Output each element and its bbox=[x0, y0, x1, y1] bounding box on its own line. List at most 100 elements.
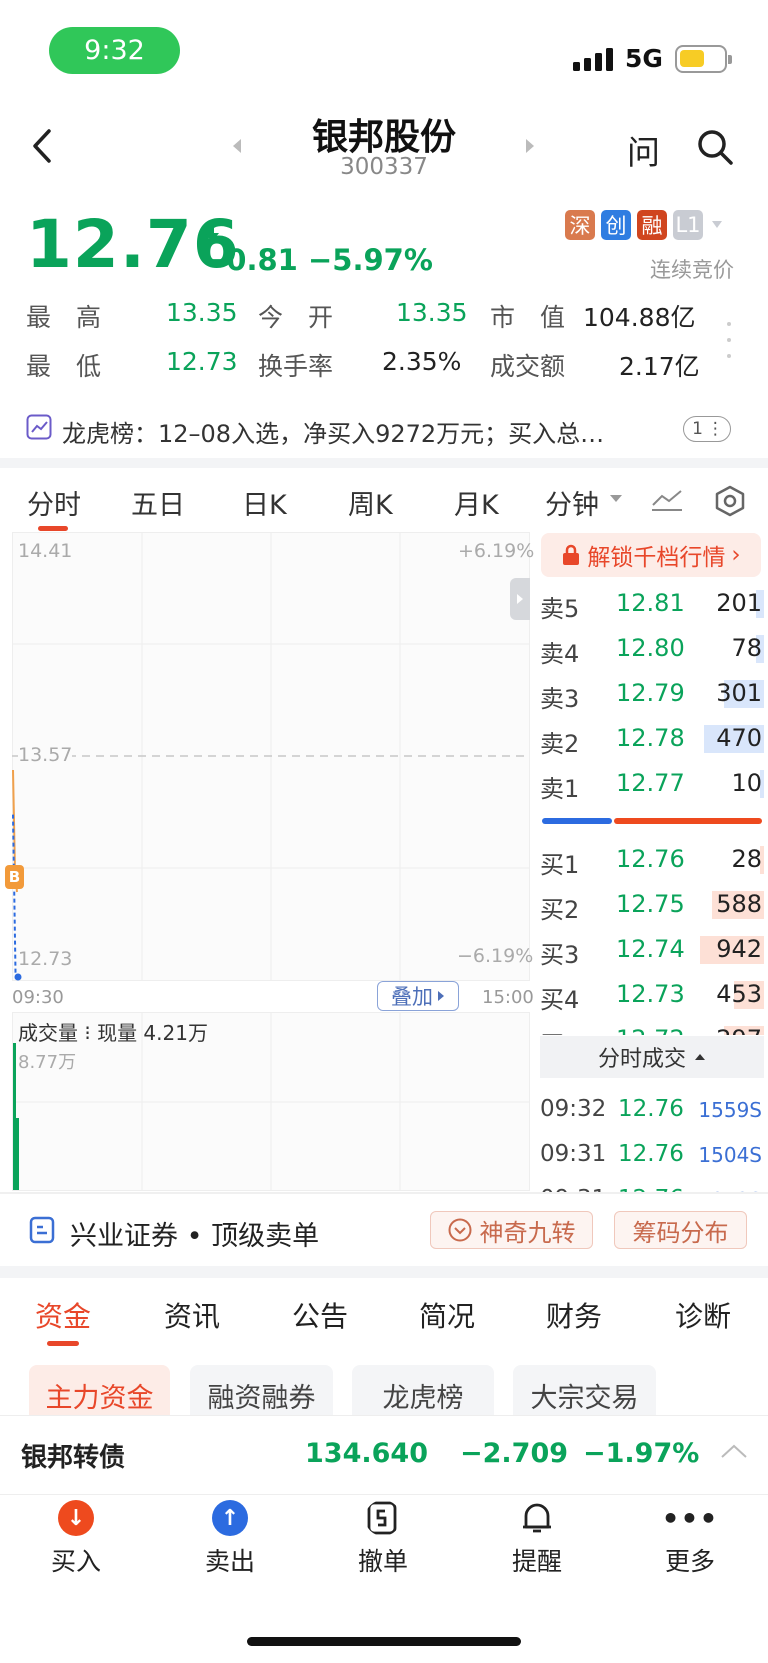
pct-axis-top: +6.19% bbox=[458, 540, 535, 562]
tab-weekly[interactable]: 周K bbox=[348, 483, 393, 522]
tab-diagnosis[interactable]: 诊断 bbox=[675, 1295, 731, 1335]
nav-cancel[interactable]: 撤单 bbox=[343, 1500, 423, 1578]
tab-minute[interactable]: 分钟 bbox=[545, 483, 599, 522]
bid-row[interactable]: 买3 12.74 942 bbox=[540, 933, 764, 969]
overlay-button[interactable]: 叠加 bbox=[377, 981, 459, 1011]
chip-distribution-button[interactable]: 筹码分布 bbox=[614, 1211, 747, 1249]
bid-row[interactable]: 买5 12.72 297 bbox=[540, 1023, 764, 1035]
network-label: 5G bbox=[625, 44, 663, 73]
bid-level: 买5 bbox=[540, 1025, 579, 1035]
tick-price: 12.76 bbox=[618, 1141, 684, 1167]
lock-icon bbox=[563, 544, 580, 565]
y-axis-top: 14.41 bbox=[18, 540, 73, 562]
stat-amount-value: 2.17亿 bbox=[619, 352, 700, 381]
tab-news[interactable]: 资讯 bbox=[164, 1295, 220, 1335]
battery-icon bbox=[675, 45, 732, 73]
nav-buy[interactable]: ↓ 买入 bbox=[36, 1500, 116, 1578]
broker-name[interactable]: 兴业证券 • 顶级卖单 bbox=[70, 1214, 319, 1253]
nav-alert[interactable]: 提醒 bbox=[497, 1500, 577, 1578]
bid-price: 12.73 bbox=[616, 980, 685, 1008]
drawing-icon[interactable] bbox=[650, 488, 684, 514]
stat-cap-label: 市 值 bbox=[490, 303, 566, 332]
dragon-count-badge[interactable]: 1 ⋮ bbox=[683, 416, 731, 442]
pct-axis-bottom: −6.19% bbox=[457, 945, 534, 967]
tab-daily[interactable]: 日K bbox=[242, 483, 287, 522]
nine-turn-button[interactable]: 神奇九转 bbox=[430, 1211, 593, 1249]
stat-cap-value: 104.88亿 bbox=[583, 303, 696, 332]
tab-funds[interactable]: 资金 bbox=[35, 1295, 91, 1335]
time-end: 15:00 bbox=[482, 987, 534, 1008]
down-arrow-icon bbox=[205, 224, 219, 242]
bid-volume: 28 bbox=[731, 845, 762, 873]
ask-volume: 10 bbox=[731, 769, 762, 797]
tick-volume: 1504S bbox=[698, 1143, 762, 1167]
ask-button[interactable]: 问 bbox=[627, 126, 660, 174]
ticks-header[interactable]: 分时成交 bbox=[540, 1036, 764, 1078]
bid-row[interactable]: 买1 12.76 28 bbox=[540, 843, 764, 879]
bid-row[interactable]: 买4 12.73 453 bbox=[540, 978, 764, 1014]
tab-5day[interactable]: 五日 bbox=[131, 483, 185, 522]
tab-intraday[interactable]: 分时 bbox=[27, 483, 81, 522]
nav-sell[interactable]: ↑ 卖出 bbox=[190, 1500, 270, 1578]
ask-row[interactable]: 卖3 12.79 301 bbox=[540, 677, 764, 713]
next-stock-icon[interactable] bbox=[524, 138, 536, 154]
bond-pct: −1.97% bbox=[583, 1438, 700, 1469]
ask-level: 卖1 bbox=[540, 775, 580, 803]
ask-price: 12.79 bbox=[616, 679, 685, 707]
stat-low-label: 最 低 bbox=[26, 352, 102, 381]
tab-announcements[interactable]: 公告 bbox=[292, 1295, 348, 1335]
ask-volume: 301 bbox=[716, 679, 762, 707]
tab-indicator bbox=[47, 1341, 79, 1346]
buy-marker[interactable]: B bbox=[5, 865, 24, 889]
arrow-down-icon: ↓ bbox=[58, 1500, 94, 1536]
tag-gem: 创 bbox=[601, 210, 631, 240]
stat-turnover-value: 2.35% bbox=[382, 347, 462, 376]
intraday-chart[interactable] bbox=[12, 532, 530, 1192]
expand-panel-handle[interactable] bbox=[510, 578, 530, 620]
dragon-list-text[interactable]: 龙虎榜：12–08入选，净买入9272万元；买入总… bbox=[62, 414, 662, 449]
tab-profile[interactable]: 简况 bbox=[419, 1295, 475, 1335]
more-stats-icon[interactable] bbox=[727, 322, 731, 358]
nav-more[interactable]: ••• 更多 bbox=[650, 1500, 730, 1578]
time-start: 09:30 bbox=[12, 987, 64, 1008]
stat-open-label: 今 开 bbox=[258, 303, 334, 332]
ask-row[interactable]: 卖4 12.80 78 bbox=[540, 632, 764, 668]
tab-finance[interactable]: 财务 bbox=[546, 1295, 602, 1335]
bid-price: 12.75 bbox=[616, 890, 685, 918]
ask-row[interactable]: 卖1 12.77 10 bbox=[540, 767, 764, 803]
ask-level: 卖5 bbox=[540, 595, 580, 623]
stat-amount-label: 成交额 bbox=[490, 352, 566, 381]
bid-level: 买4 bbox=[540, 986, 580, 1014]
ask-volume: 201 bbox=[716, 589, 762, 617]
chevron-up-icon[interactable] bbox=[720, 1443, 748, 1459]
divider bbox=[0, 458, 768, 468]
chevron-down-icon[interactable] bbox=[609, 494, 623, 504]
ask-volume: 78 bbox=[731, 634, 762, 662]
document-icon bbox=[29, 1216, 55, 1244]
arrow-up-icon: ↑ bbox=[212, 1500, 248, 1536]
more-icon: ••• bbox=[661, 1501, 719, 1535]
tick-time: 09:32 bbox=[540, 1096, 607, 1122]
home-indicator bbox=[247, 1637, 521, 1646]
unlock-depth-button[interactable]: 解锁千档行情 › bbox=[541, 533, 761, 577]
tick-row: 09:32 12.76 1559S bbox=[540, 1093, 764, 1129]
ask-volume: 470 bbox=[716, 724, 762, 752]
tag-level[interactable]: L1 bbox=[673, 210, 703, 240]
ask-row[interactable]: 卖2 12.78 470 bbox=[540, 722, 764, 758]
settings-icon[interactable] bbox=[713, 484, 747, 518]
ask-level: 卖4 bbox=[540, 640, 580, 668]
trading-mode: 连续竞价 bbox=[650, 258, 734, 282]
bid-level: 买1 bbox=[540, 851, 580, 879]
chevron-down-icon[interactable] bbox=[711, 220, 723, 230]
tab-monthly[interactable]: 月K bbox=[454, 483, 499, 522]
tick-price: 12.76 bbox=[618, 1096, 684, 1122]
bid-row[interactable]: 买2 12.75 588 bbox=[540, 888, 764, 924]
tag-margin: 融 bbox=[637, 210, 667, 240]
search-icon[interactable] bbox=[696, 128, 734, 166]
ask-row[interactable]: 卖5 12.81 201 bbox=[540, 587, 764, 623]
y-axis-mid: 13.57 bbox=[18, 744, 73, 766]
tick-row: 09:31 12.76 1052S bbox=[540, 1183, 764, 1192]
cancel-order-icon bbox=[367, 1501, 397, 1535]
chart-trend-icon bbox=[26, 414, 52, 440]
stat-high-label: 最 高 bbox=[26, 303, 102, 332]
